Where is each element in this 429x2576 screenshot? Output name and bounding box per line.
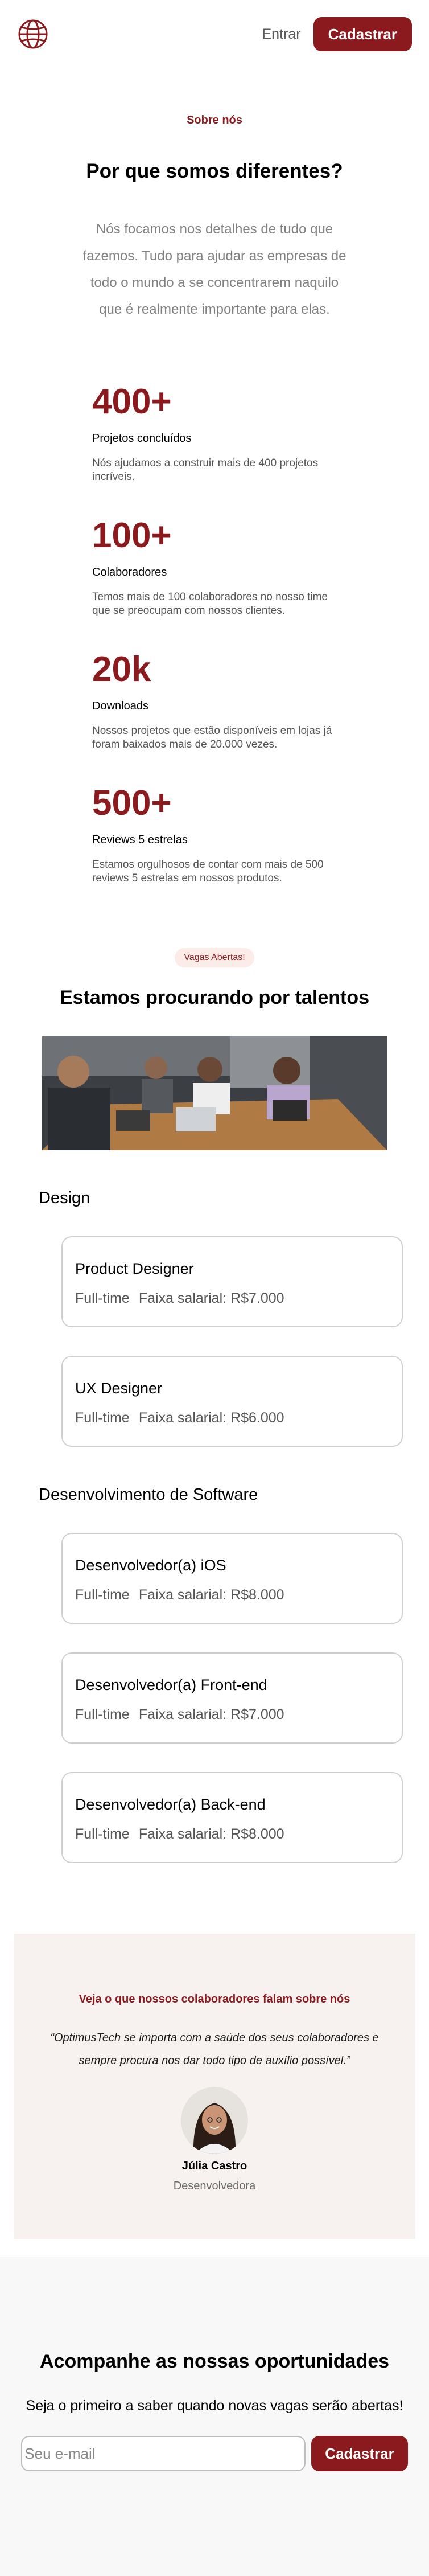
- careers-section: Vagas Abertas! Estamos procurando por ta…: [0, 920, 429, 1863]
- stat-item: 100+ Colaboradores Temos mais de 100 col…: [92, 518, 343, 618]
- stat-value: 20k: [92, 650, 151, 689]
- job-type: Full-time: [75, 1826, 130, 1842]
- job-card[interactable]: Desenvolvedor(a) Front-end Full-time Faix…: [61, 1652, 403, 1744]
- login-button[interactable]: Entrar: [262, 26, 301, 43]
- stat-label: Reviews 5 estrelas: [92, 834, 188, 846]
- globe-icon[interactable]: [17, 18, 49, 50]
- newsletter-section: Acompanhe as nossas oportunidades Seja o…: [0, 2257, 429, 2576]
- stat-value: 100+: [92, 516, 172, 555]
- person-role: Desenvolvedora: [173, 2180, 256, 2192]
- stat-item: 400+ Projetos concluídos Nós ajudamos a …: [92, 384, 343, 484]
- stat-label: Projetos concluídos: [92, 432, 192, 445]
- site-header: Entrar Cadastrar: [0, 0, 429, 68]
- job-meta: Full-time Faixa salarial: R$8.000: [75, 1587, 389, 1603]
- about-section: Sobre nós Por que somos diferentes? Nós …: [0, 68, 429, 323]
- newsletter-signup-button[interactable]: Cadastrar: [311, 2436, 408, 2471]
- job-title: Desenvolvedor(a) Front-end: [75, 1676, 267, 1693]
- careers-title: Estamos procurando por talentos: [59, 987, 370, 1008]
- job-card[interactable]: Desenvolvedor(a) Back-end Full-time Faixa…: [61, 1772, 403, 1863]
- job-meta: Full-time Faixa salarial: R$8.000: [75, 1826, 389, 1843]
- signup-button[interactable]: Cadastrar: [313, 17, 412, 51]
- stat-label: Downloads: [92, 700, 148, 712]
- about-title: Por que somos diferentes?: [86, 160, 343, 182]
- job-meta: Full-time Faixa salarial: R$7.000: [75, 1290, 389, 1307]
- job-salary: Faixa salarial: R$8.000: [138, 1826, 284, 1842]
- job-type: Full-time: [75, 1410, 130, 1426]
- job-salary: Faixa salarial: R$6.000: [138, 1410, 284, 1426]
- stat-description: Nós ajudamos a construir mais de 400 pro…: [92, 457, 319, 483]
- testimonial-quote: “OptimusTech se importa com a saúde dos …: [50, 2032, 379, 2067]
- department-title: Desenvolvimento de Software: [39, 1486, 258, 1504]
- job-meta: Full-time Faixa salarial: R$7.000: [75, 1707, 389, 1723]
- about-lead: Nós focamos nos detalhes de tudo que faz…: [82, 221, 346, 317]
- person-name: Júlia Castro: [182, 2160, 248, 2172]
- stat-description: Estamos orgulhosos de contar com mais de…: [92, 859, 324, 884]
- job-title: UX Designer: [75, 1380, 163, 1397]
- about-eyebrow: Sobre nós: [187, 114, 242, 126]
- department-software: Desenvolvimento de Software Desenvolvedo…: [0, 1486, 429, 1863]
- stat-value: 500+: [92, 784, 172, 823]
- header-actions: Entrar Cadastrar: [262, 17, 412, 51]
- testimonial-section: Veja o que nossos colaboradores falam so…: [14, 1934, 415, 2239]
- job-title: Desenvolvedor(a) iOS: [75, 1557, 226, 1574]
- job-title: Product Designer: [75, 1260, 194, 1277]
- stat-value: 400+: [92, 382, 172, 421]
- job-title: Desenvolvedor(a) Back-end: [75, 1796, 266, 1813]
- job-salary: Faixa salarial: R$7.000: [138, 1707, 284, 1722]
- stat-item: 500+ Reviews 5 estrelas Estamos orgulhos…: [92, 786, 343, 885]
- stat-description: Temos mais de 100 colaboradores no nosso…: [92, 591, 328, 617]
- job-type: Full-time: [75, 1587, 130, 1603]
- job-card[interactable]: Product Designer Full-time Faixa salarial…: [61, 1236, 403, 1327]
- newsletter-title: Acompanhe as nossas oportunidades: [39, 2351, 390, 2372]
- job-type: Full-time: [75, 1707, 130, 1722]
- newsletter-form: Cadastrar: [0, 2436, 429, 2471]
- job-type: Full-time: [75, 1290, 130, 1306]
- newsletter-subtitle: Seja o primeiro a saber quando novas vag…: [26, 2398, 403, 2414]
- job-card[interactable]: UX Designer Full-time Faixa salarial: R$6…: [61, 1356, 403, 1447]
- open-positions-badge: Vagas Abertas!: [175, 948, 254, 967]
- job-salary: Faixa salarial: R$7.000: [138, 1290, 284, 1306]
- stat-label: Colaboradores: [92, 566, 167, 579]
- avatar: [181, 2087, 248, 2154]
- stats-section: 400+ Projetos concluídos Nós ajudamos a …: [0, 323, 429, 885]
- department-title: Design: [39, 1189, 90, 1207]
- testimonial-eyebrow: Veja o que nossos colaboradores falam so…: [79, 1993, 350, 2005]
- job-card[interactable]: Desenvolvedor(a) iOS Full-time Faixa sala…: [61, 1533, 403, 1624]
- team-photo: [42, 1036, 387, 1150]
- stat-item: 20k Downloads Nossos projetos que estão …: [92, 652, 343, 752]
- job-meta: Full-time Faixa salarial: R$6.000: [75, 1410, 389, 1426]
- stat-description: Nossos projetos que estão disponíveis em…: [92, 725, 332, 750]
- email-field[interactable]: [21, 2436, 306, 2471]
- department-design: Design Product Designer Full-time Faixa s…: [0, 1189, 429, 1447]
- job-salary: Faixa salarial: R$8.000: [138, 1587, 284, 1603]
